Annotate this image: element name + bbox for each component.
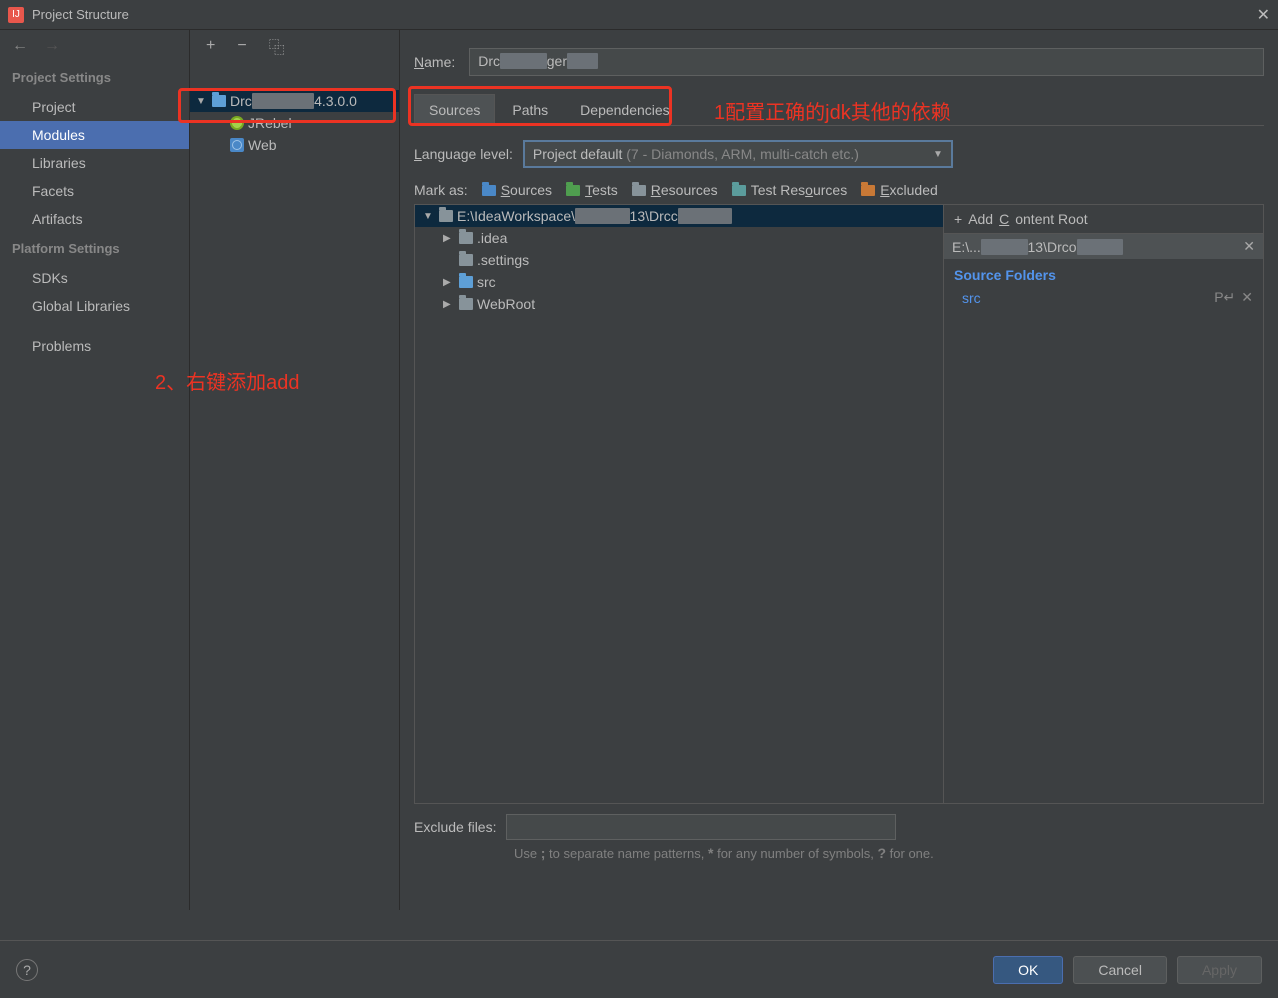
- mark-as-label: Mark as:: [414, 182, 468, 198]
- ok-button[interactable]: OK: [993, 956, 1063, 984]
- close-icon[interactable]: ✕: [1257, 5, 1270, 25]
- jrebel-icon: [230, 116, 244, 130]
- source-item-settings[interactable]: ▶ .settings: [415, 249, 943, 271]
- remove-sf-icon[interactable]: ✕: [1241, 289, 1253, 306]
- nav-problems[interactable]: Problems: [0, 332, 189, 360]
- module-child-jrebel[interactable]: JRebel: [190, 112, 399, 134]
- source-item-webroot[interactable]: ▶ WebRoot: [415, 293, 943, 315]
- nav-global-libraries[interactable]: Global Libraries: [0, 292, 189, 320]
- cancel-button[interactable]: Cancel: [1073, 956, 1167, 984]
- tab-paths[interactable]: Paths: [497, 94, 563, 125]
- resources-folder-icon: [632, 185, 646, 196]
- nav-facets[interactable]: Facets: [0, 177, 189, 205]
- annotation-text-1: 1配置正确的jdk其他的依赖: [714, 96, 951, 125]
- content-area: 2、右键添加add Name: Drc______ger____ Sources…: [400, 30, 1278, 910]
- add-module-icon[interactable]: +: [206, 37, 215, 55]
- folder-icon: [459, 254, 473, 266]
- source-item-src[interactable]: ▶ src: [415, 271, 943, 293]
- source-item-idea[interactable]: ▶ .idea: [415, 227, 943, 249]
- plus-icon: +: [954, 211, 962, 227]
- tests-folder-icon: [566, 185, 580, 196]
- folder-icon: [459, 298, 473, 310]
- left-sidebar: ← → Project Settings Project Modules Lib…: [0, 30, 190, 910]
- source-tree: ▼ E:\IdeaWorkspace\_______13\Drcc_______…: [415, 205, 943, 803]
- source-folders-header: Source Folders: [944, 259, 1263, 287]
- excluded-folder-icon: [861, 185, 875, 196]
- section-platform-settings: Platform Settings: [0, 233, 189, 264]
- module-root[interactable]: ▼ Drc________4.3.0.0: [190, 90, 399, 112]
- module-folder-icon: [212, 95, 226, 107]
- mark-resources[interactable]: Resources: [632, 182, 718, 198]
- expand-arrow-icon[interactable]: ▼: [196, 96, 208, 107]
- mark-sources[interactable]: Sources: [482, 182, 552, 198]
- nav-sdks[interactable]: SDKs: [0, 264, 189, 292]
- nav-forward-icon[interactable]: →: [44, 37, 60, 55]
- name-label: Name:: [414, 54, 455, 70]
- help-icon[interactable]: ?: [16, 959, 38, 981]
- mark-tests[interactable]: Tests: [566, 182, 618, 198]
- nav-back-icon[interactable]: ←: [12, 37, 28, 55]
- apply-button[interactable]: Apply: [1177, 956, 1262, 984]
- exclude-label: Exclude files:: [414, 819, 496, 835]
- tab-dependencies[interactable]: Dependencies: [565, 94, 685, 125]
- section-project-settings: Project Settings: [0, 62, 189, 93]
- content-root-path[interactable]: E:\...______13\Drco______ ✕: [944, 234, 1263, 259]
- nav-project[interactable]: Project: [0, 93, 189, 121]
- add-content-root-button[interactable]: + Add Content Root: [944, 205, 1263, 234]
- nav-artifacts[interactable]: Artifacts: [0, 205, 189, 233]
- source-root[interactable]: ▼ E:\IdeaWorkspace\_______13\Drcc_______: [415, 205, 943, 227]
- name-input[interactable]: Drc______ger____: [469, 48, 1264, 76]
- annotation-text-2: 2、右键添加add: [155, 366, 300, 395]
- exclude-input[interactable]: [506, 814, 896, 840]
- titlebar: IJ Project Structure ✕: [0, 0, 1278, 30]
- nav-libraries[interactable]: Libraries: [0, 149, 189, 177]
- expand-arrow-icon[interactable]: ▶: [443, 277, 455, 288]
- folder-icon: [459, 232, 473, 244]
- web-icon: [230, 138, 244, 152]
- expand-arrow-icon[interactable]: ▶: [443, 233, 455, 244]
- source-folder-icon: [459, 276, 473, 288]
- edit-prefix-icon[interactable]: P↵: [1214, 289, 1235, 306]
- module-tree-column: + − ⿻ ▼ Drc________4.3.0.0 JRebel Web: [190, 30, 400, 910]
- expand-arrow-icon[interactable]: ▶: [443, 299, 455, 310]
- dialog-footer: ? OK Cancel Apply: [0, 940, 1278, 998]
- chevron-down-icon: ▼: [933, 149, 943, 160]
- remove-root-icon[interactable]: ✕: [1243, 238, 1255, 255]
- source-folder-src[interactable]: src P↵✕: [944, 287, 1263, 308]
- folder-icon: [439, 210, 453, 222]
- tab-sources[interactable]: Sources: [414, 94, 495, 125]
- nav-modules[interactable]: Modules: [0, 121, 189, 149]
- mark-excluded[interactable]: Excluded: [861, 182, 938, 198]
- mark-test-resources[interactable]: Test Resources: [732, 182, 848, 198]
- exclude-hint: Use ; to separate name patterns, * for a…: [514, 844, 1264, 864]
- test-resources-folder-icon: [732, 185, 746, 196]
- remove-module-icon[interactable]: −: [237, 37, 246, 55]
- language-level-select[interactable]: Project default (7 - Diamonds, ARM, mult…: [523, 140, 953, 168]
- window-title: Project Structure: [32, 7, 129, 22]
- app-icon: IJ: [8, 7, 24, 23]
- language-level-label: Language level:: [414, 146, 513, 162]
- module-child-web[interactable]: Web: [190, 134, 399, 156]
- copy-module-icon[interactable]: ⿻: [269, 34, 285, 58]
- expand-arrow-icon[interactable]: ▼: [423, 211, 435, 222]
- sources-folder-icon: [482, 185, 496, 196]
- content-root-panel: + Add Content Root E:\...______13\Drco__…: [943, 205, 1263, 803]
